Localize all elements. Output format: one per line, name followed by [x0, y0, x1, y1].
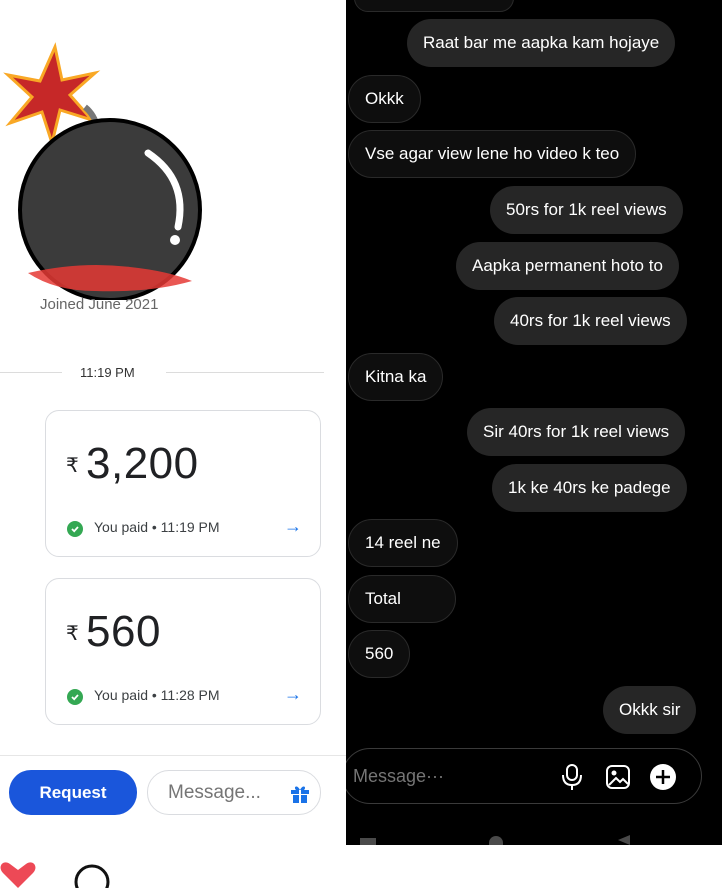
message-bubble-received: Total [348, 575, 456, 623]
message-composer[interactable] [346, 748, 702, 804]
payment-status: You paid • 11:19 PM [94, 519, 220, 535]
message-bubble-sent: Raat bar me aapka kam hojaye [407, 19, 676, 67]
message-bubble-received: Kitna ka [348, 353, 444, 401]
payment-amount: 560 [86, 607, 161, 656]
nav-home-icon[interactable] [489, 836, 503, 845]
heart-icon[interactable] [0, 860, 40, 888]
composer-input[interactable] [351, 765, 545, 788]
check-icon [67, 689, 83, 705]
message-bubble-sent: 50rs for 1k reel views [490, 186, 683, 234]
chat-panel: Raat bar me aapka kam hojaye Okkk Vse ag… [346, 0, 722, 845]
message-bubble-sent: Sir 40rs for 1k reel views [467, 408, 686, 456]
comment-icon[interactable] [72, 862, 112, 888]
divider-left [0, 372, 62, 373]
message-bubble-sent: 40rs for 1k reel views [494, 297, 687, 345]
bomb-sticker [3, 42, 202, 300]
message-bubble-sent: Aapka permanent hoto to [456, 242, 679, 290]
time-divider-label: 11:19 PM [80, 365, 135, 380]
payment-amount: 3,200 [86, 439, 199, 488]
nav-recent-icon[interactable] [360, 838, 376, 845]
message-bubble-received: Okkk [348, 75, 421, 123]
message-bubble-received: 14 reel ne [348, 519, 458, 567]
add-icon[interactable] [649, 763, 677, 791]
image-icon[interactable] [605, 764, 631, 790]
payment-card[interactable]: ₹ 560 You paid • 11:28 PM → [45, 578, 321, 725]
microphone-icon[interactable] [561, 763, 583, 791]
joined-date: Joined June 2021 [40, 296, 159, 313]
message-bubble-sent: 1k ke 40rs ke padege [492, 464, 687, 512]
message-input[interactable] [166, 780, 280, 805]
arrow-right-icon[interactable]: → [284, 516, 302, 537]
divider-right [166, 372, 324, 373]
currency-symbol: ₹ [66, 623, 79, 645]
payment-panel: Joined June 2021 11:19 PM ₹ 3,200 You pa… [0, 0, 346, 845]
payment-status: You paid • 11:28 PM [94, 687, 220, 703]
check-icon [67, 521, 83, 537]
message-bubble-received: 560 [348, 630, 411, 678]
message-bubble-sent: Okkk sir [603, 686, 697, 734]
message-field[interactable] [147, 770, 321, 815]
request-button[interactable]: Request [9, 770, 137, 815]
currency-symbol: ₹ [66, 455, 79, 477]
gift-icon[interactable] [288, 781, 312, 805]
message-bubble-received: Vse agar view lene ho video k teo [348, 130, 637, 178]
arrow-right-icon[interactable]: → [284, 684, 302, 705]
bottom-bar-divider [0, 755, 346, 756]
partial-message-bubble [354, 0, 514, 12]
nav-back-icon[interactable] [618, 835, 630, 845]
payment-card[interactable]: ₹ 3,200 You paid • 11:19 PM → [45, 410, 321, 557]
